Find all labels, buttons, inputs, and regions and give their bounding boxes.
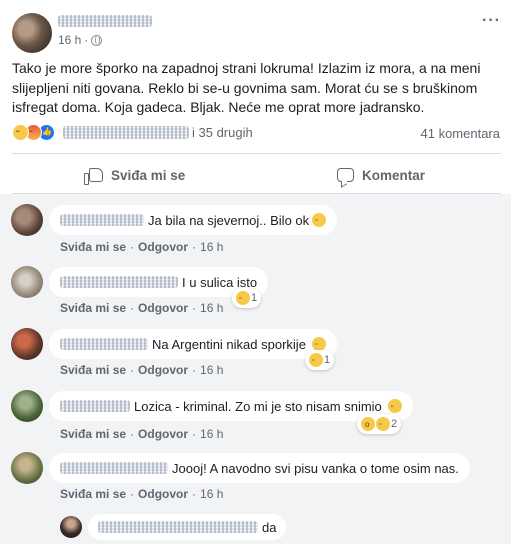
sad-reaction-icon — [376, 417, 390, 431]
comment-like-link[interactable]: Sviđa mi se — [60, 427, 126, 441]
commenter-name-redacted[interactable] — [60, 338, 148, 350]
comment-icon — [337, 168, 354, 182]
post-text: Tako je more šporko na zapadnoj strani l… — [12, 60, 481, 115]
commenter-name-redacted[interactable] — [60, 276, 178, 288]
separator: · — [192, 301, 197, 315]
comment-bubble: Ja bila na sjevernoj.. Bilo ok — [49, 205, 338, 235]
separator: · — [130, 487, 135, 501]
comment-text: Joooj! A navodno svi pisu vanka o tome o… — [172, 460, 459, 476]
post-author-name-redacted[interactable] — [58, 15, 152, 27]
comment-actions: Sviđa mi se · Odgovor · 16 h — [60, 240, 223, 254]
comment-button[interactable]: Komentar — [337, 160, 425, 190]
reply-name-redacted[interactable] — [98, 521, 258, 533]
disappointed-face-icon — [311, 337, 326, 351]
comment-like-link[interactable]: Sviđa mi se — [60, 301, 126, 315]
divider — [12, 153, 501, 154]
reactors-names-redacted[interactable] — [63, 126, 189, 139]
comment-bubble: Joooj! A navodno svi pisu vanka o tome o… — [49, 453, 470, 483]
separator: · — [130, 240, 135, 254]
comment-like-link[interactable]: Sviđa mi se — [60, 487, 126, 501]
comment-time[interactable]: 16 h — [200, 427, 223, 441]
comment-reaction-badge[interactable]: 1 — [232, 288, 262, 308]
separator: · — [130, 301, 135, 315]
comment-reaction-badge[interactable]: 1 — [305, 350, 335, 370]
comment-reply-link[interactable]: Odgovor — [138, 240, 188, 254]
comment-bubble: Na Argentini nikad sporkije — [49, 329, 337, 359]
like-button-label: Sviđa mi se — [111, 167, 186, 183]
comment-time[interactable]: 16 h — [200, 240, 223, 254]
comment-text: Ja bila na sjevernoj.. Bilo ok — [148, 212, 310, 228]
commenter-avatar[interactable] — [11, 452, 43, 484]
reaction-count: 1 — [251, 292, 258, 304]
comment-time[interactable]: 16 h — [200, 363, 223, 377]
post-time[interactable]: 16 h — [58, 33, 81, 47]
sad-reaction-icon — [236, 291, 250, 305]
reply-text: da — [262, 519, 277, 535]
commenter-name-redacted[interactable] — [60, 462, 168, 474]
comment-like-link[interactable]: Sviđa mi se — [60, 363, 126, 377]
comment-reply-link[interactable]: Odgovor — [138, 301, 188, 315]
sad-reaction-icon — [309, 353, 323, 367]
wow-reaction-icon — [361, 417, 375, 431]
reply-avatar[interactable] — [60, 516, 82, 538]
comment-bubble: Lozica - kriminal. Zo mi je sto nisam sn… — [49, 391, 413, 421]
comment-reaction-badge[interactable]: 2 — [357, 414, 402, 434]
reply-bubble[interactable]: da — [88, 514, 287, 540]
comment-actions: Sviđa mi se · Odgovor · 16 h — [60, 487, 223, 501]
comment-actions: Sviđa mi se · Odgovor · 16 h — [60, 427, 223, 441]
separator: · — [192, 427, 197, 441]
commenter-avatar[interactable] — [11, 390, 43, 422]
comment-like-link[interactable]: Sviđa mi se — [60, 240, 126, 254]
reaction-count: 1 — [324, 354, 331, 366]
more-options-icon[interactable]: ··· — [482, 12, 501, 30]
comment-reply-link[interactable]: Odgovor — [138, 487, 188, 501]
comment-time[interactable]: 16 h — [200, 487, 223, 501]
comment-reply-link[interactable]: Odgovor — [138, 363, 188, 377]
reaction-count: 2 — [391, 418, 398, 430]
separator: · — [192, 240, 197, 254]
globe-icon — [91, 34, 103, 46]
meta-separator: · — [84, 33, 89, 47]
commenter-name-redacted[interactable] — [60, 214, 144, 226]
reactions-summary[interactable]: i 35 drugih — [12, 124, 253, 141]
comment-time[interactable]: 16 h — [200, 301, 223, 315]
separator: · — [130, 363, 135, 377]
post-author-avatar[interactable] — [12, 13, 52, 53]
comment-reply-link[interactable]: Odgovor — [138, 427, 188, 441]
commenter-name-redacted[interactable] — [60, 400, 130, 412]
commenter-avatar[interactable] — [11, 328, 43, 360]
separator: · — [130, 427, 135, 441]
commenter-avatar[interactable] — [11, 204, 43, 236]
commenter-avatar[interactable] — [11, 266, 43, 298]
like-icon — [84, 168, 103, 185]
pensive-face-icon — [387, 399, 402, 413]
sad-reaction-icon — [12, 124, 29, 141]
separator: · — [192, 487, 197, 501]
comment-text: Na Argentini nikad sporkije — [152, 336, 306, 352]
post-meta: 16 h · — [58, 33, 103, 47]
comments-count[interactable]: 41 komentara — [421, 126, 501, 141]
separator: · — [192, 363, 197, 377]
comment-button-label: Komentar — [362, 167, 426, 183]
like-button[interactable]: Sviđa mi se — [84, 160, 186, 190]
thinking-face-icon — [312, 213, 327, 227]
comment-text: Lozica - kriminal. Zo mi je sto nisam sn… — [134, 398, 382, 414]
comment-actions: Sviđa mi se · Odgovor · 16 h — [60, 301, 223, 315]
comment-actions: Sviđa mi se · Odgovor · 16 h — [60, 363, 223, 377]
reactors-others[interactable]: i 35 drugih — [192, 125, 253, 140]
